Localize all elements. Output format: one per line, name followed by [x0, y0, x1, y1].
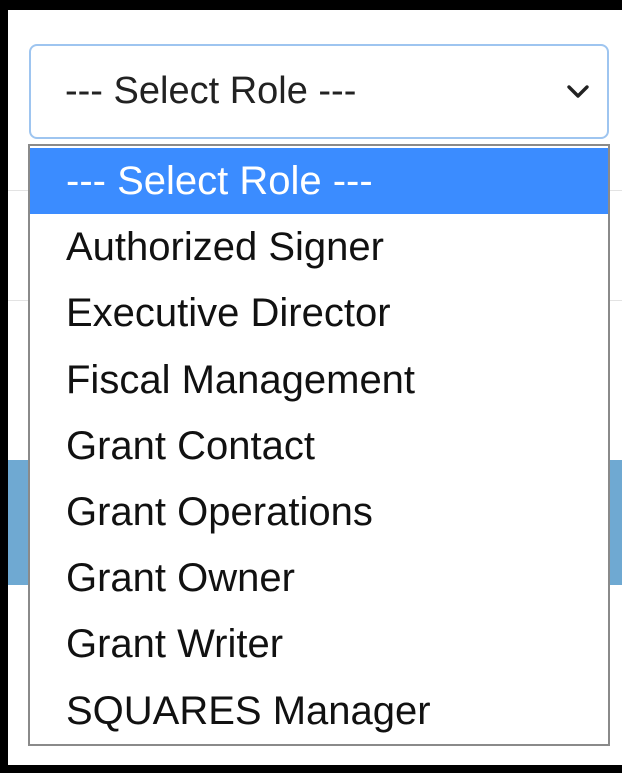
role-options-listbox[interactable]: --- Select Role --- Authorized Signer Ex…	[28, 144, 610, 746]
role-select-value: --- Select Role ---	[65, 70, 357, 112]
role-option[interactable]: Grant Owner	[30, 545, 608, 611]
chevron-down-icon[interactable]	[563, 74, 593, 110]
role-option[interactable]: SQUARES Manager	[30, 678, 608, 744]
role-option[interactable]: Grant Writer	[30, 611, 608, 677]
role-select[interactable]: --- Select Role ---	[29, 44, 609, 139]
role-option[interactable]: --- Select Role ---	[30, 148, 608, 215]
role-option[interactable]: Executive Director	[30, 280, 608, 346]
role-option[interactable]: Grant Contact	[30, 413, 608, 479]
role-option[interactable]: Fiscal Management	[30, 347, 608, 413]
screenshot-frame: --- Select Role --- --- Select Role --- …	[8, 10, 622, 765]
role-option[interactable]: Authorized Signer	[30, 214, 608, 280]
role-option[interactable]: Grant Operations	[30, 479, 608, 545]
